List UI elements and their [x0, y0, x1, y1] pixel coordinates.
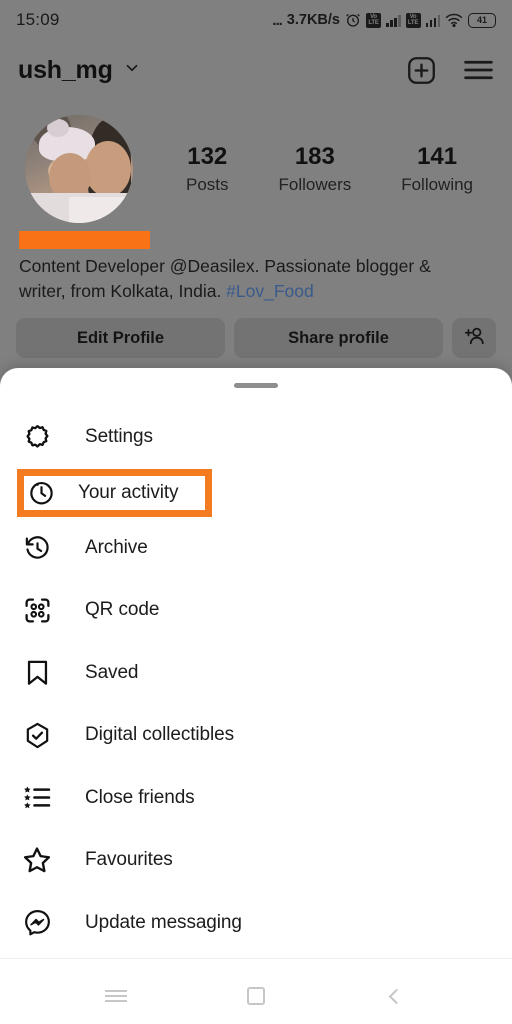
- profile-stats-row: 132 Posts 183 Followers 141 Following: [0, 110, 512, 228]
- hamburger-menu-icon[interactable]: [463, 57, 494, 83]
- followers-count: 183: [294, 143, 335, 171]
- android-nav-bar: [0, 968, 512, 1024]
- sim2-signal-icon: [425, 14, 440, 27]
- drag-handle[interactable]: [234, 383, 278, 388]
- menu-item-close-friends[interactable]: Close friends: [0, 767, 512, 830]
- bottom-sheet-menu: Settings Your activity Archive QR code Saved…: [0, 368, 512, 968]
- share-profile-button[interactable]: Share profile: [234, 318, 443, 358]
- followers-label: Followers: [278, 174, 352, 194]
- menu-item-digital-collectibles[interactable]: Digital collectibles: [0, 704, 512, 767]
- recents-icon[interactable]: [96, 976, 136, 1016]
- bookmark-icon: [19, 655, 55, 691]
- status-dots: ...: [272, 11, 282, 29]
- add-person-icon: [462, 325, 486, 352]
- stat-following[interactable]: 141 Following: [401, 143, 473, 195]
- menu-item-archive[interactable]: Archive: [0, 517, 512, 580]
- shield-check-icon: [19, 717, 55, 753]
- home-square-icon[interactable]: [236, 976, 276, 1016]
- menu-item-favourites[interactable]: Favourites: [0, 829, 512, 892]
- add-person-button[interactable]: [452, 318, 496, 358]
- menu-item-saved[interactable]: Saved: [0, 642, 512, 705]
- redaction-bar: [19, 231, 150, 249]
- sheet-menu-list: Settings Your activity Archive QR code Saved…: [0, 406, 512, 954]
- bio-line-1: Content Developer @Deasilex. Passionate …: [19, 256, 431, 276]
- menu-item-label: Archive: [85, 536, 148, 558]
- following-label: Following: [401, 174, 474, 194]
- settings-gear-icon: [19, 419, 55, 455]
- username-label[interactable]: ush_mg: [18, 56, 113, 85]
- messenger-icon: [19, 905, 55, 941]
- star-icon: [19, 842, 55, 878]
- status-clock: 15:09: [16, 10, 60, 29]
- chevron-down-icon[interactable]: [123, 59, 141, 82]
- sim2-volte-icon: Vo LTE: [405, 12, 421, 28]
- archive-clock-icon: [19, 530, 55, 566]
- app-bar: ush_mg: [0, 40, 512, 100]
- alarm-icon: [345, 12, 361, 28]
- profile-avatar[interactable]: [25, 115, 133, 223]
- wifi-icon: [445, 13, 463, 27]
- posts-count: 132: [187, 143, 228, 171]
- menu-item-label: Saved: [85, 661, 139, 683]
- following-count: 141: [417, 143, 458, 171]
- menu-item-settings[interactable]: Settings: [0, 406, 512, 469]
- profile-action-buttons: Edit Profile Share profile: [0, 318, 512, 358]
- menu-item-label: Update messaging: [85, 911, 242, 933]
- sheet-divider: [0, 958, 512, 959]
- menu-item-qr-code[interactable]: QR code: [0, 579, 512, 642]
- stat-followers[interactable]: 183 Followers: [278, 143, 351, 195]
- star-list-icon: [19, 780, 55, 816]
- menu-item-label: Your activity: [78, 481, 179, 503]
- posts-label: Posts: [185, 174, 229, 194]
- plus-box-icon[interactable]: [406, 55, 437, 86]
- menu-item-label: Close friends: [85, 786, 195, 808]
- sim1-signal-icon: [386, 14, 401, 27]
- menu-item-label: QR code: [85, 599, 160, 621]
- bio-hashtag[interactable]: #Lov_Food: [226, 281, 314, 301]
- menu-item-label: Favourites: [85, 849, 173, 871]
- stat-posts[interactable]: 132 Posts: [186, 143, 229, 195]
- bio-line-2: writer, from Kolkata, India.: [19, 281, 227, 301]
- sim1-volte-icon: Vo LTE: [366, 12, 381, 28]
- network-speed: 3.7KB/s: [286, 12, 340, 28]
- battery-indicator: 41: [468, 12, 496, 28]
- profile-bio: Content Developer @Deasilex. Passionate …: [19, 254, 469, 304]
- status-bar: 15:09 ... 3.7KB/s Vo LTE Vo LTE 41: [0, 0, 512, 40]
- menu-item-your-activity[interactable]: Your activity: [17, 468, 212, 517]
- qr-code-icon: [19, 592, 55, 628]
- menu-item-update-messaging[interactable]: Update messaging: [0, 892, 512, 955]
- back-chevron-icon[interactable]: [376, 976, 416, 1016]
- edit-profile-button[interactable]: Edit Profile: [16, 318, 225, 358]
- clock-activity-icon: [26, 478, 56, 508]
- menu-item-label: Digital collectibles: [85, 724, 235, 746]
- menu-item-label: Settings: [85, 426, 153, 448]
